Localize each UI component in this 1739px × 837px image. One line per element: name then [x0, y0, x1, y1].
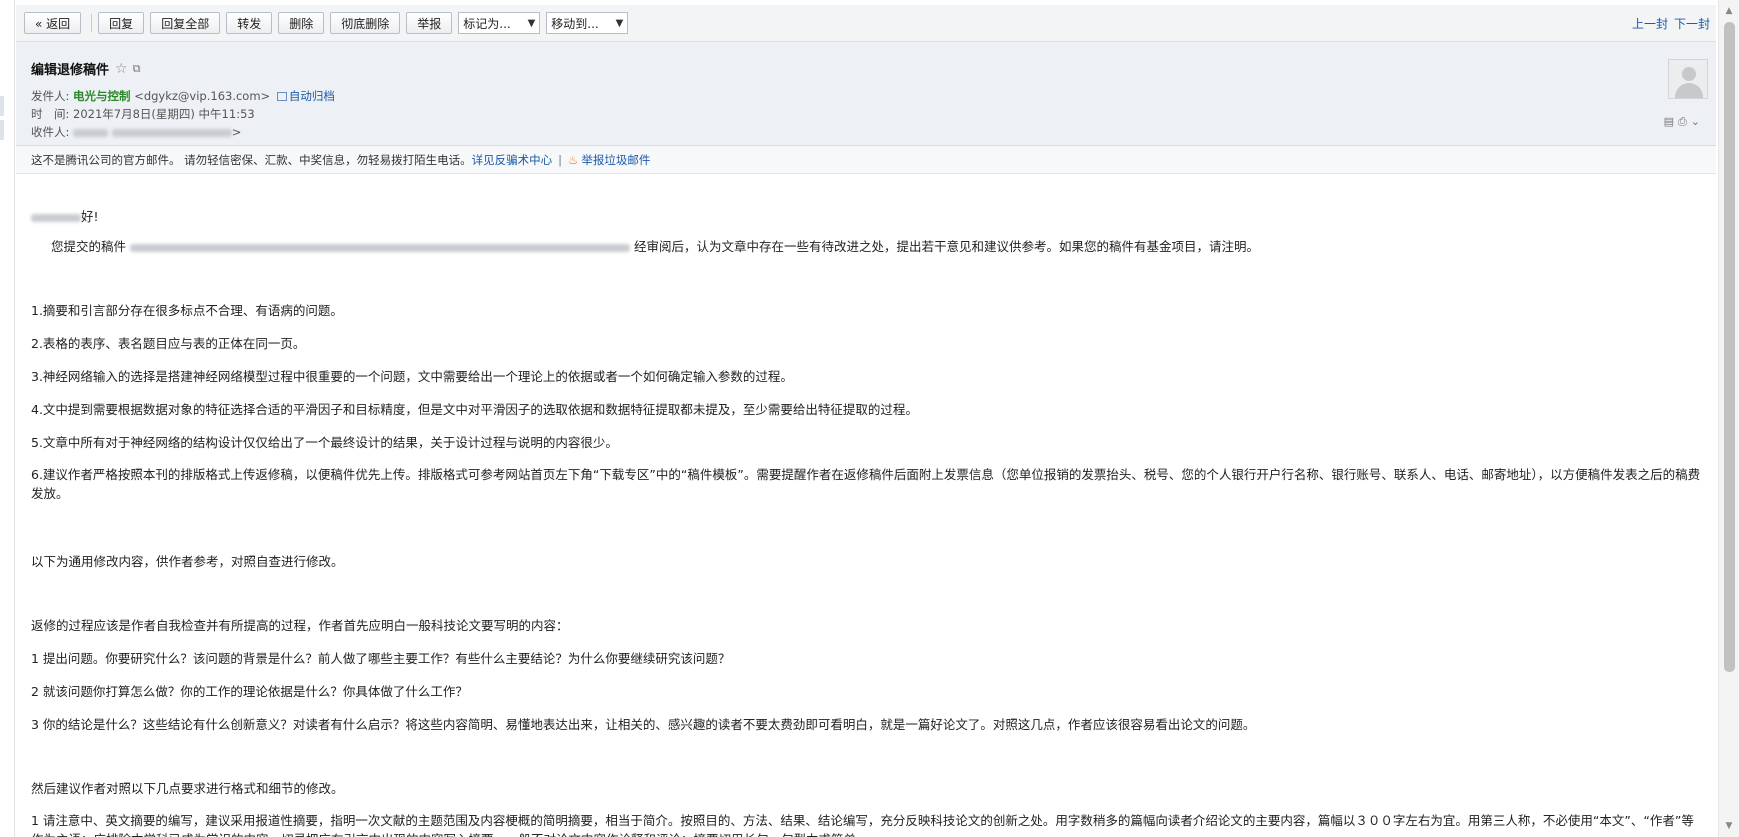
- redacted-recipient-name: [73, 128, 109, 137]
- auto-archive-link[interactable]: 自动归档: [289, 89, 335, 103]
- move-to-label: 移动到...: [551, 16, 599, 31]
- greeting: 好!: [31, 206, 99, 225]
- delete-forever-button[interactable]: 彻底删除: [330, 12, 401, 34]
- greeting-suffix: 好!: [81, 209, 99, 224]
- recipient-label: 收件人:: [31, 125, 70, 139]
- chevron-down-icon: ▼: [615, 17, 624, 29]
- delete-button[interactable]: 删除: [278, 12, 325, 34]
- comment-item: 6.建议作者严格按照本刊的排版格式上传返修稿，以便稿件优先上传。排版格式可参考网…: [31, 467, 1701, 501]
- header-actions: ▤⎙⌄: [1664, 115, 1704, 129]
- report-spam-icon: ♨: [568, 152, 579, 167]
- redacted-recipient-email: [111, 128, 232, 137]
- left-panel-edge: [0, 0, 15, 837]
- back-button[interactable]: « 返回: [24, 12, 82, 34]
- mail-header: 编辑退修稿件 ☆ ⧉ 发件人: 电光与控制 <dgykz@vip.163.com…: [16, 42, 1716, 146]
- intro-prefix: 您提交的稿件: [51, 239, 127, 254]
- recipient-suffix: >: [231, 125, 242, 139]
- vertical-scrollbar[interactable]: ▲ ▼: [1718, 0, 1739, 837]
- mail-toolbar: « 返回 回复 回复全部 转发 删除 彻底删除 举报 标记为... ▼ 移动到.…: [16, 5, 1716, 42]
- abstract-rule: 1 请注意中、英文摘要的编写，建议采用报道性摘要，指明一次文献的主题范围及内容梗…: [31, 813, 1694, 837]
- star-icon[interactable]: ☆: [115, 61, 128, 77]
- previous-mail-link[interactable]: 上一封: [1632, 17, 1668, 31]
- question-item: 1 提出问题。你要研究什么？该问题的背景是什么？前人做了哪些主要工作？有些什么主…: [31, 651, 731, 666]
- comment-item: 5.文章中所有对于神经网络的结构设计仅仅给出了一个最终设计的结果，关于设计过程与…: [31, 435, 618, 450]
- general-note: 以下为通用修改内容，供作者参考，对照自查进行修改。: [31, 554, 344, 569]
- redacted-manuscript-info: [130, 243, 630, 252]
- comment-item: 1.摘要和引言部分存在很多标点不合理、有语病的问题。: [31, 303, 343, 318]
- expand-icon[interactable]: ⌄: [1691, 115, 1704, 128]
- left-panel-marker: [0, 96, 4, 116]
- time-value: 2021年7月8日(星期四) 中午11:53: [73, 107, 255, 121]
- sender-avatar[interactable]: [1668, 59, 1708, 99]
- mark-as-label: 标记为...: [463, 16, 511, 31]
- anti-fraud-link[interactable]: 详见反骗术中心: [472, 152, 553, 168]
- sender-email: <dgykz@vip.163.com>: [134, 89, 271, 103]
- print-icon[interactable]: ⎙: [1678, 115, 1691, 128]
- report-button[interactable]: 举报: [406, 12, 453, 34]
- forward-button[interactable]: 转发: [226, 12, 273, 34]
- chevron-down-icon: ▼: [527, 17, 536, 29]
- mail-navigation: 上一封 下一封: [1626, 15, 1710, 32]
- format-intro: 然后建议作者对照以下几点要求进行格式和细节的修改。: [31, 781, 344, 796]
- warning-separator: |: [558, 152, 563, 167]
- toolbar-divider: [91, 14, 93, 32]
- avatar-head: [1682, 67, 1696, 81]
- sender-name[interactable]: 电光与控制: [73, 89, 131, 103]
- reply-all-button[interactable]: 回复全部: [150, 12, 221, 34]
- warning-text: 这不是腾讯公司的官方邮件。 请勿轻信密保、汇款、中奖信息，勿轻易拨打陌生电话。: [31, 152, 472, 167]
- intro-paragraph: 您提交的稿件 经审阅后，认为文章中存在一些有待改进之处，提出若干意见和建议供参考…: [51, 236, 1259, 255]
- note-icon[interactable]: ▤: [1664, 115, 1678, 128]
- comment-item: 2.表格的表序、表名题目应与表的正体在同一页。: [31, 336, 306, 351]
- security-warning-bar: 这不是腾讯公司的官方邮件。 请勿轻信密保、汇款、中奖信息，勿轻易拨打陌生电话。 …: [16, 146, 1716, 174]
- mail-subject: 编辑退修稿件 ☆ ⧉: [31, 59, 141, 79]
- intro-suffix: 经审阅后，认为文章中存在一些有待改进之处，提出若干意见和建议供参考。如果您的稿件…: [633, 239, 1259, 254]
- recipient-row: 收件人: >: [31, 124, 241, 140]
- left-panel-marker: [0, 120, 4, 140]
- redacted-recipient-greeting: [31, 213, 81, 222]
- reply-button[interactable]: 回复: [98, 12, 145, 34]
- avatar-body: [1675, 83, 1703, 98]
- mark-as-select[interactable]: 标记为... ▼: [458, 12, 541, 34]
- scroll-up-icon[interactable]: ▲: [1722, 4, 1736, 18]
- comment-item: 3.神经网络输入的选择是搭建神经网络模型过程中很重要的一个问题，文中需要给出一个…: [31, 369, 793, 384]
- question-item: 2 就该问题你打算怎么做？你的工作的理论依据是什么？你具体做了什么工作？: [31, 684, 468, 699]
- scrollbar-thumb[interactable]: [1724, 22, 1735, 672]
- next-mail-link[interactable]: 下一封: [1674, 17, 1710, 31]
- archive-icon: [276, 92, 287, 101]
- subject-text: 编辑退修稿件: [31, 63, 110, 78]
- sender-label: 发件人:: [31, 89, 70, 103]
- sender-row: 发件人: 电光与控制 <dgykz@vip.163.com> 自动归档: [31, 88, 335, 104]
- time-row: 时 间: 2021年7月8日(星期四) 中午11:53: [31, 106, 255, 122]
- comment-item: 4.文中提到需要根据数据对象的特征选择合适的平滑因子和目标精度，但是文中对平滑因…: [31, 402, 918, 417]
- scroll-down-icon[interactable]: ▼: [1722, 819, 1736, 833]
- report-spam-link[interactable]: 举报垃圾邮件: [581, 152, 650, 168]
- question-item: 3 你的结论是什么？这些结论有什么创新意义？对读者有什么启示？将这些内容简明、易…: [31, 717, 1256, 732]
- popout-icon[interactable]: ⧉: [133, 62, 141, 76]
- time-label: 时 间:: [31, 107, 70, 121]
- move-to-select[interactable]: 移动到... ▼: [546, 12, 629, 34]
- revise-intro: 返修的过程应该是作者自我检查并有所提高的过程，作者首先应明白一般科技论文要写明的…: [31, 618, 569, 633]
